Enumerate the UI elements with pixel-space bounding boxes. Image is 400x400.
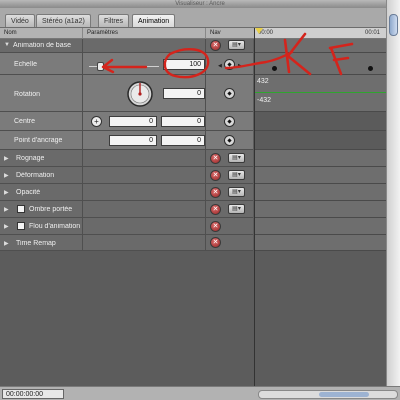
vertical-scrollbar[interactable] (386, 0, 400, 400)
horizontal-scrollbar-thumb[interactable] (319, 392, 369, 397)
timecode-field[interactable]: 00:00:00:00 (2, 389, 64, 399)
status-bar: 00:00:00:00 (0, 386, 400, 400)
scrollbar-thumb[interactable] (389, 14, 398, 36)
red-annotation-overlay (101, 32, 354, 79)
horizontal-scrollbar[interactable] (258, 390, 398, 399)
